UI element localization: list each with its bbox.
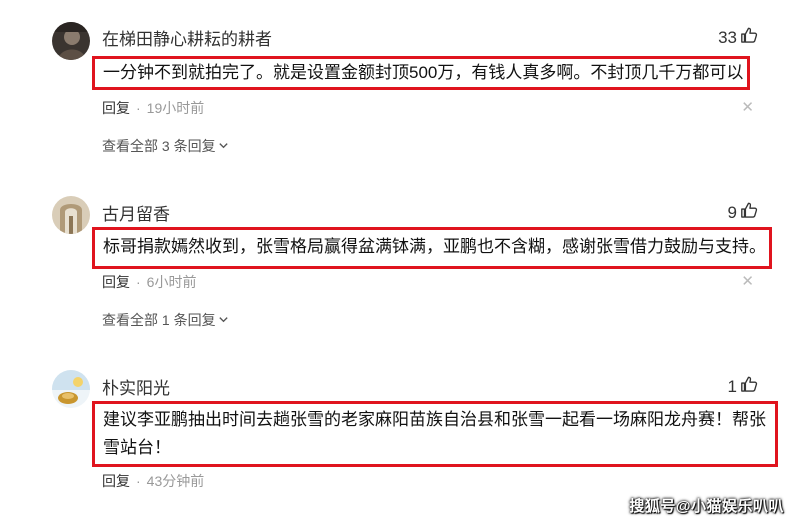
like-count: 1 xyxy=(727,376,737,396)
comment-text-highlight: 建议李亚鹏抽出时间去趟张雪的老家麻阳苗族自治县和张雪一起看一场麻阳龙舟赛！帮张雪… xyxy=(92,401,778,467)
comment-meta: 回复 · 43分钟前 xyxy=(102,471,204,491)
like-button[interactable]: 1 xyxy=(728,375,758,398)
thumbs-up-icon xyxy=(740,375,758,398)
watermark: 搜狐号@小猫娱乐叭叭 xyxy=(629,498,784,515)
avatar[interactable] xyxy=(52,370,90,408)
username[interactable]: 朴实阳光 xyxy=(102,374,170,399)
meta-separator: · xyxy=(136,473,141,489)
reply-button[interactable]: 回复 xyxy=(102,471,130,491)
user-avatar-image xyxy=(52,370,90,408)
comment-3: 朴实阳光 1 建议李亚鹏抽出时间去趟张雪的老家麻阳苗族自治县和张雪一起看一场麻阳… xyxy=(0,0,798,500)
comment-text: 建议李亚鹏抽出时间去趟张雪的老家麻阳苗族自治县和张雪一起看一场麻阳龙舟赛！帮张雪… xyxy=(103,410,766,457)
timestamp: 43分钟前 xyxy=(146,473,205,489)
